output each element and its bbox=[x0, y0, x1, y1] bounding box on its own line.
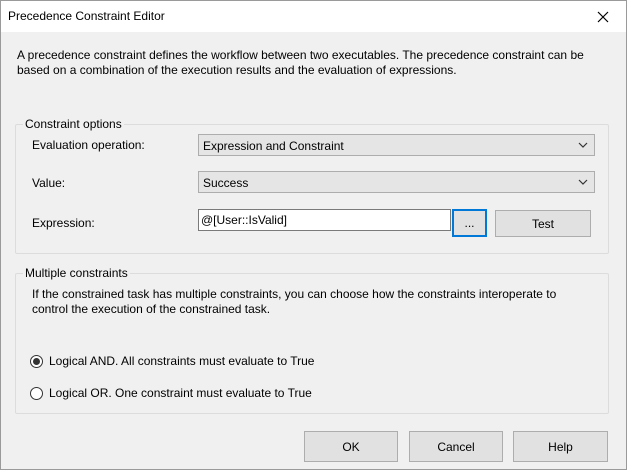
multiple-constraints-legend: Multiple constraints bbox=[23, 266, 130, 280]
expression-input[interactable]: @[User::IsValid] bbox=[198, 209, 451, 231]
evaluation-operation-dropdown[interactable]: Expression and Constraint bbox=[198, 134, 595, 156]
logical-and-option[interactable]: Logical AND. All constraints must evalua… bbox=[30, 354, 314, 368]
help-button[interactable]: Help bbox=[513, 431, 608, 462]
logical-and-label: Logical AND. All constraints must evalua… bbox=[49, 354, 315, 368]
dialog-description: A precedence constraint defines the work… bbox=[17, 48, 584, 77]
ok-button-label: OK bbox=[342, 439, 360, 454]
ellipsis-icon: ... bbox=[464, 216, 475, 230]
expression-value: @[User::IsValid] bbox=[201, 213, 287, 227]
multiple-constraints-note: If the constrained task has multiple con… bbox=[32, 287, 557, 316]
expression-label: Expression: bbox=[32, 216, 95, 230]
cancel-button-label: Cancel bbox=[437, 439, 475, 454]
help-button-label: Help bbox=[548, 439, 573, 454]
radio-unchecked-icon[interactable] bbox=[30, 386, 43, 400]
cancel-button[interactable]: Cancel bbox=[409, 431, 503, 462]
value-dropdown-value: Success bbox=[203, 176, 249, 190]
value-label: Value: bbox=[32, 176, 66, 190]
chevron-down-icon bbox=[578, 179, 588, 185]
evaluation-operation-value: Expression and Constraint bbox=[203, 139, 344, 153]
chevron-down-icon bbox=[578, 142, 588, 148]
test-button[interactable]: Test bbox=[495, 210, 591, 237]
constraint-options-legend: Constraint options bbox=[23, 117, 124, 131]
test-button-label: Test bbox=[531, 216, 554, 231]
logical-or-option[interactable]: Logical OR. One constraint must evaluate… bbox=[30, 386, 312, 400]
evaluation-operation-label: Evaluation operation: bbox=[32, 138, 145, 152]
window-title: Precedence Constraint Editor bbox=[8, 9, 165, 23]
radio-checked-icon[interactable] bbox=[30, 354, 43, 368]
close-icon bbox=[597, 11, 609, 22]
precedence-constraint-editor-dialog: Precedence Constraint Editor A precedenc… bbox=[0, 0, 627, 470]
value-dropdown[interactable]: Success bbox=[198, 171, 595, 193]
expression-builder-button[interactable]: ... bbox=[452, 209, 487, 237]
close-button[interactable] bbox=[580, 1, 626, 32]
logical-or-label: Logical OR. One constraint must evaluate… bbox=[49, 386, 312, 400]
ok-button[interactable]: OK bbox=[304, 431, 398, 462]
title-bar: Precedence Constraint Editor bbox=[1, 1, 626, 32]
